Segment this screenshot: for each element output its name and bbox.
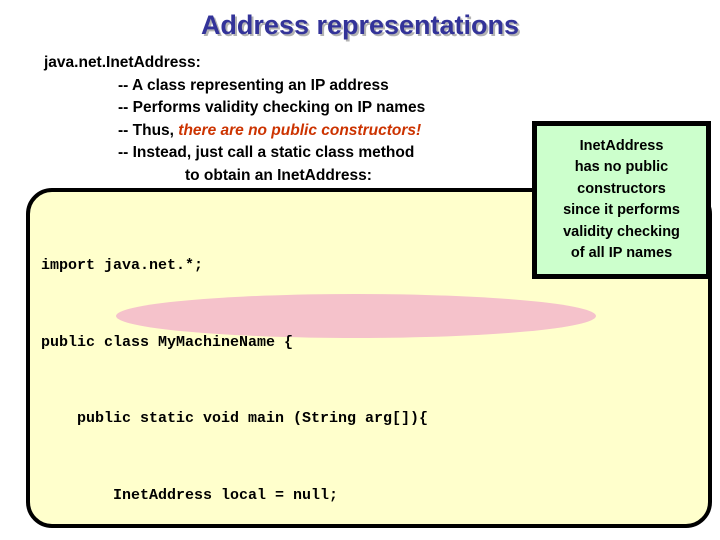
- body-heading: java.net.InetAddress:: [44, 54, 201, 71]
- callout-line: validity checking: [563, 223, 680, 240]
- callout-line: since it performs: [563, 202, 680, 218]
- callout-line: of all IP names: [570, 245, 673, 261]
- callout-line: constructors: [577, 180, 666, 197]
- bullet-item-3: -- Thus, there are no public constructor…: [44, 120, 544, 143]
- code-line: InetAddress local = null;: [41, 486, 339, 504]
- code-line: public static void main (String arg[]){: [41, 410, 429, 427]
- callout-line: InetAddress: [579, 137, 664, 154]
- callout-box: InetAddress has no public constructors s…: [532, 121, 711, 279]
- bullet-item-4: -- Instead, just call a static class met…: [118, 144, 415, 161]
- page-title: Address representations: [200, 10, 520, 40]
- code-line: public class MyMachineName {: [41, 333, 294, 351]
- bullet-item-2: -- Performs validity checking on IP name…: [118, 99, 426, 116]
- bullet-item-3-prefix: -- Thus,: [118, 121, 179, 139]
- callout-line: has no public: [574, 159, 669, 175]
- slide-canvas: Address representations java.net.InetAdd…: [0, 0, 720, 540]
- bullet-item-1: -- A class representing an IP address: [118, 76, 389, 94]
- bullet-item-3-emphasis: there are no public constructors!: [178, 121, 422, 139]
- body-text-block: java.net.InetAddress: -- A class represe…: [44, 52, 544, 187]
- bullet-item-5: to obtain an InetAddress:: [185, 166, 372, 184]
